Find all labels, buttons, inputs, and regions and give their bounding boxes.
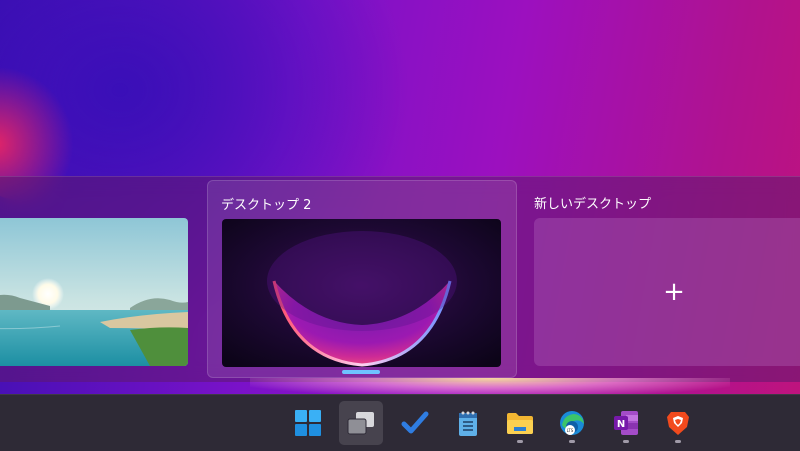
todo-check-icon — [401, 411, 429, 434]
task-view-icon — [347, 412, 374, 435]
running-indicator — [623, 440, 629, 443]
brave-browser-button[interactable] — [656, 401, 700, 445]
brave-browser-icon — [667, 412, 689, 435]
desktop-2[interactable]: デスクトップ 2 — [207, 180, 517, 378]
plus-icon: + — [663, 277, 685, 307]
taskbar: LTS N — [0, 394, 800, 451]
notepad-button[interactable] — [446, 401, 490, 445]
windows-bloom-image — [222, 219, 501, 367]
desktop-1-thumbnail[interactable] — [0, 218, 188, 366]
running-indicator — [675, 440, 681, 443]
desktop-2-thumbnail[interactable] — [222, 219, 501, 367]
file-explorer-icon — [507, 413, 533, 434]
todo-button[interactable] — [393, 401, 437, 445]
active-desktop-indicator — [342, 370, 380, 374]
onenote-button[interactable]: N — [604, 401, 648, 445]
running-indicator — [517, 440, 523, 443]
new-desktop-button[interactable]: + — [534, 218, 800, 366]
edge-browser-button[interactable]: LTS — [550, 401, 594, 445]
start-button[interactable] — [286, 401, 330, 445]
new-desktop-title: 新しいデスクトップ — [534, 197, 652, 212]
svg-text:N: N — [617, 419, 625, 430]
windows-start-icon — [295, 410, 321, 436]
running-indicator — [569, 440, 575, 443]
desktop-2-title: デスクトップ 2 — [221, 198, 312, 213]
edge-browser-icon: LTS — [560, 411, 584, 435]
new-desktop[interactable]: 新しいデスクトップ + — [520, 180, 800, 376]
svg-text:LTS: LTS — [567, 428, 574, 433]
onenote-icon: N — [614, 411, 638, 435]
lake-landscape-image — [0, 218, 188, 366]
notepad-icon — [459, 411, 477, 436]
desktop-1[interactable] — [0, 180, 190, 376]
file-explorer-button[interactable] — [498, 401, 542, 445]
task-view-button[interactable] — [339, 401, 383, 445]
